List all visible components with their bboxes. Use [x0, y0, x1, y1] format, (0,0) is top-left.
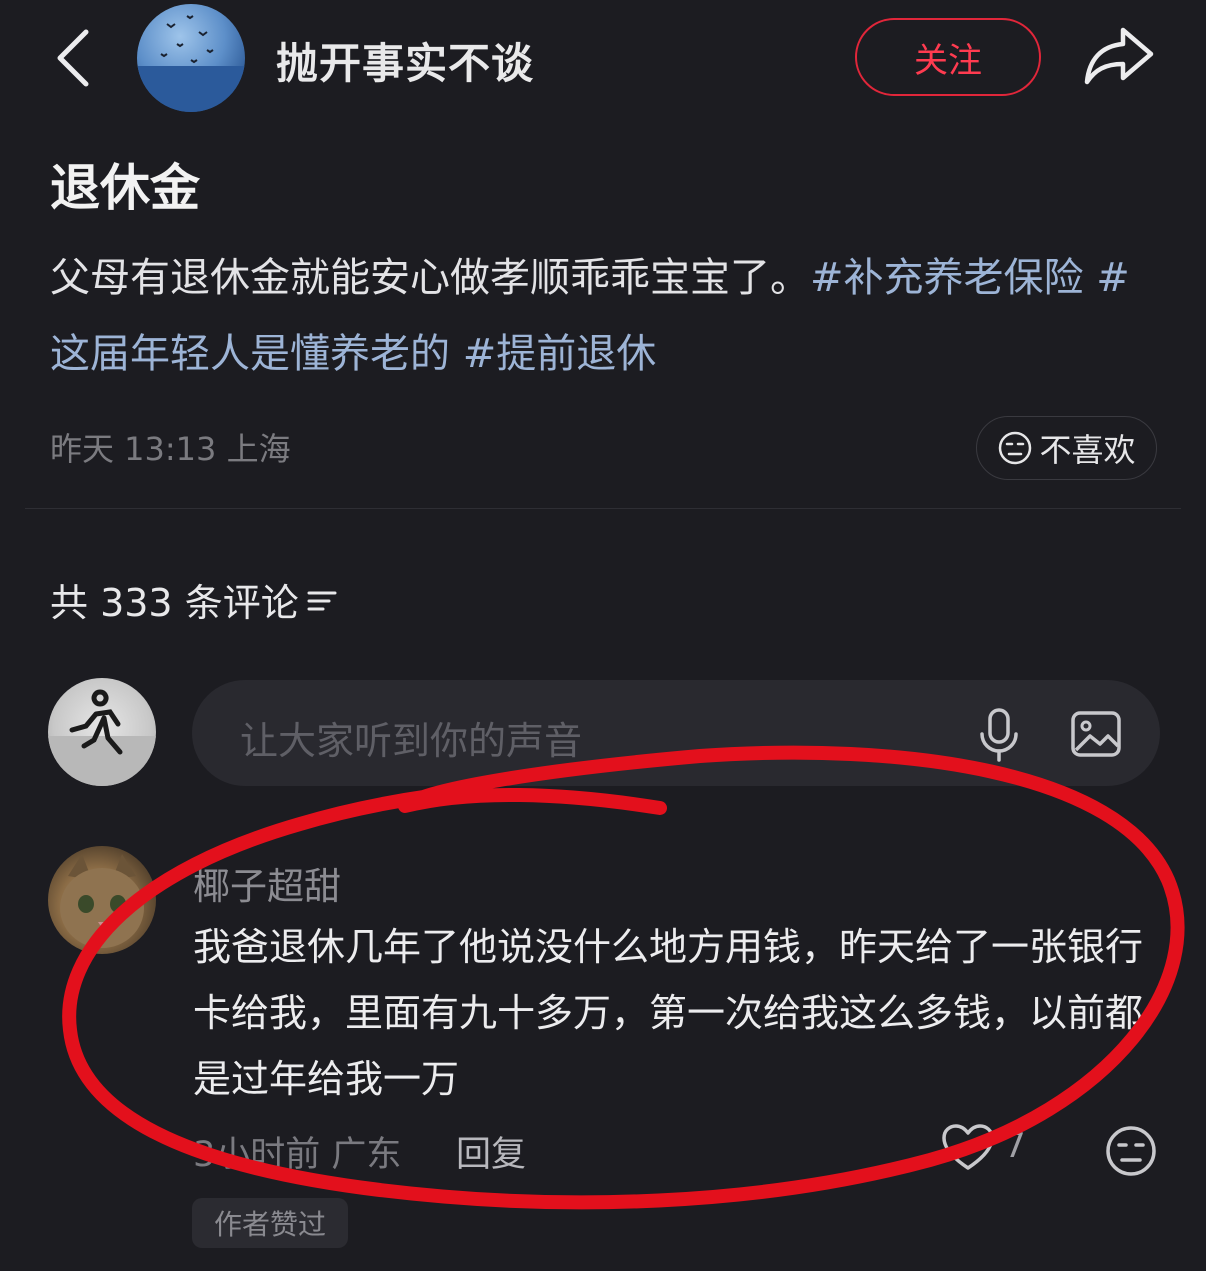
author-liked-badge: 作者赞过: [192, 1198, 348, 1248]
comment-meta: 3小时前 广东: [193, 1135, 402, 1175]
author-name[interactable]: 抛开事实不谈: [276, 30, 534, 91]
post-meta: 昨天 13:13 上海: [50, 430, 291, 468]
reply-button[interactable]: 回复: [456, 1126, 526, 1177]
post-text: 父母有退休金就能安心做孝顺乖乖宝宝了。: [50, 255, 810, 301]
author-avatar[interactable]: [137, 4, 245, 112]
heart-icon[interactable]: [940, 1122, 996, 1174]
share-icon[interactable]: [1083, 24, 1155, 88]
back-arrow-icon[interactable]: [50, 26, 100, 90]
image-icon[interactable]: [1070, 710, 1122, 758]
comment-count-label: 共 333 条评论: [50, 581, 299, 625]
hashtag[interactable]: #补充养老保险: [810, 255, 1084, 301]
dislike-button[interactable]: 不喜欢: [976, 416, 1157, 480]
post-body: 父母有退休金就能安心做孝顺乖乖宝宝了。#补充养老保险 #这届年轻人是懂养老的 #…: [50, 240, 1160, 392]
comment-count[interactable]: 共 333 条评论: [50, 572, 339, 627]
commenter-avatar[interactable]: [48, 846, 156, 954]
user-avatar[interactable]: [48, 678, 156, 786]
microphone-icon[interactable]: [976, 706, 1022, 764]
dislike-face-icon[interactable]: [1104, 1124, 1158, 1178]
post-title: 退休金: [50, 159, 200, 217]
comment-input-placeholder[interactable]: 让大家听到你的声音: [240, 710, 582, 765]
comment-text[interactable]: 我爸退休几年了他说没什么地方用钱，昨天给了一张银行卡给我，里面有九十多万，第一次…: [193, 914, 1163, 1112]
divider: [25, 508, 1181, 509]
like-count: 7: [1004, 1126, 1026, 1166]
follow-button[interactable]: 关注: [855, 18, 1041, 96]
commenter-name[interactable]: 椰子超甜: [193, 856, 341, 910]
sort-icon[interactable]: [305, 585, 339, 615]
meh-face-icon: [999, 431, 1032, 465]
hashtag[interactable]: #提前退休: [463, 331, 657, 377]
dislike-label: 不喜欢: [1039, 431, 1136, 469]
